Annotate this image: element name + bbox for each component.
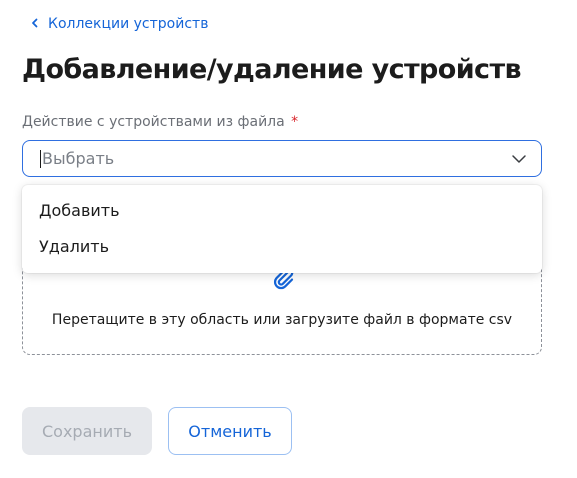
option-remove[interactable]: Удалить <box>22 233 542 269</box>
action-field-label-text: Действие с устройствами из файла <box>22 114 285 130</box>
option-add[interactable]: Добавить <box>22 197 542 233</box>
back-link-label: Коллекции устройств <box>48 16 209 32</box>
action-dropdown-menu: Добавить Удалить <box>22 185 542 273</box>
chevron-left-icon <box>30 16 40 32</box>
dropzone-hint: Перетащите в эту область или загрузите ф… <box>51 312 513 328</box>
action-field-label: Действие с устройствами из файла * <box>22 114 298 130</box>
page: Коллекции устройств Добавление/удаление … <box>0 0 577 478</box>
required-mark: * <box>291 114 299 130</box>
cancel-button[interactable]: Отменить <box>168 407 292 455</box>
back-link[interactable]: Коллекции устройств <box>30 16 208 32</box>
action-select[interactable]: Выбрать <box>22 140 542 177</box>
chevron-down-icon[interactable] <box>511 151 527 167</box>
save-button[interactable]: Сохранить <box>22 407 152 455</box>
text-cursor <box>40 149 41 168</box>
page-title: Добавление/удаление устройств <box>22 54 522 85</box>
action-select-placeholder: Выбрать <box>42 149 115 168</box>
